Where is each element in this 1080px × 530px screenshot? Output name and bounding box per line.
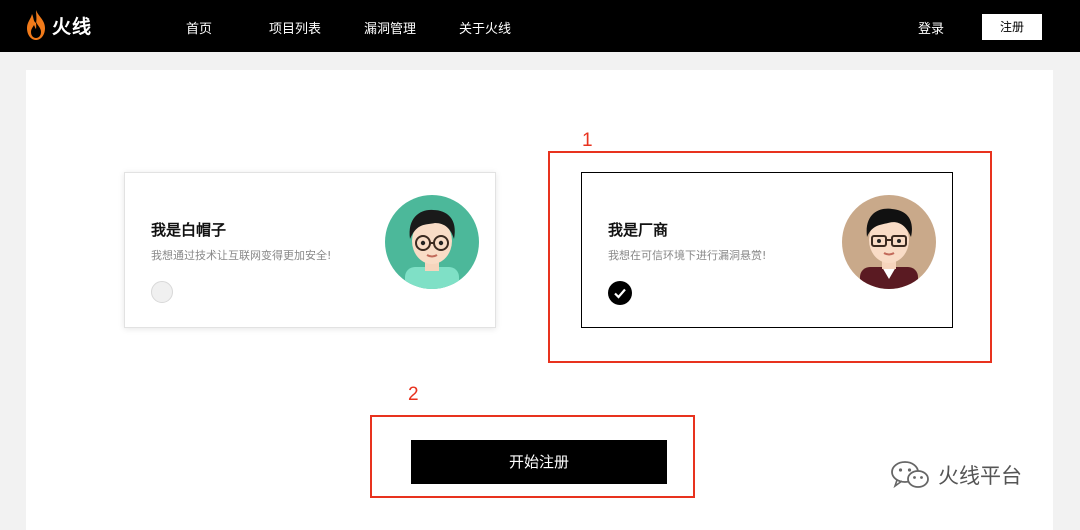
login-link[interactable]: 登录 <box>918 18 944 37</box>
annotation-label-1: 1 <box>582 130 593 151</box>
wechat-icon <box>891 461 929 489</box>
nav-item-home[interactable]: 首页 <box>186 18 212 37</box>
watermark-text: 火线平台 <box>938 464 1022 488</box>
annotation-box-1 <box>548 151 992 363</box>
nav-item-about[interactable]: 关于火线 <box>459 18 511 37</box>
register-button[interactable]: 注册 <box>982 14 1042 40</box>
start-register-button[interactable]: 开始注册 <box>411 440 667 484</box>
role-title: 我是白帽子 <box>151 221 227 239</box>
whitehat-avatar <box>385 195 479 289</box>
flame-logo-icon <box>27 10 45 40</box>
nav-item-projects[interactable]: 项目列表 <box>269 18 321 37</box>
role-description: 我想通过技术让互联网变得更加安全! <box>151 249 332 262</box>
role-radio-unselected[interactable] <box>151 281 173 303</box>
watermark: 火线平台 <box>890 458 1022 492</box>
logo-text: 火线 <box>52 15 93 38</box>
site-logo[interactable]: 火线 <box>24 8 92 42</box>
top-navbar: 火线 首页 项目列表 漏洞管理 关于火线 登录 注册 <box>0 0 1080 52</box>
annotation-label-2: 2 <box>408 384 419 405</box>
role-card-whitehat[interactable]: 我是白帽子 我想通过技术让互联网变得更加安全! <box>124 172 496 328</box>
nav-item-vulnerabilities[interactable]: 漏洞管理 <box>364 18 416 37</box>
